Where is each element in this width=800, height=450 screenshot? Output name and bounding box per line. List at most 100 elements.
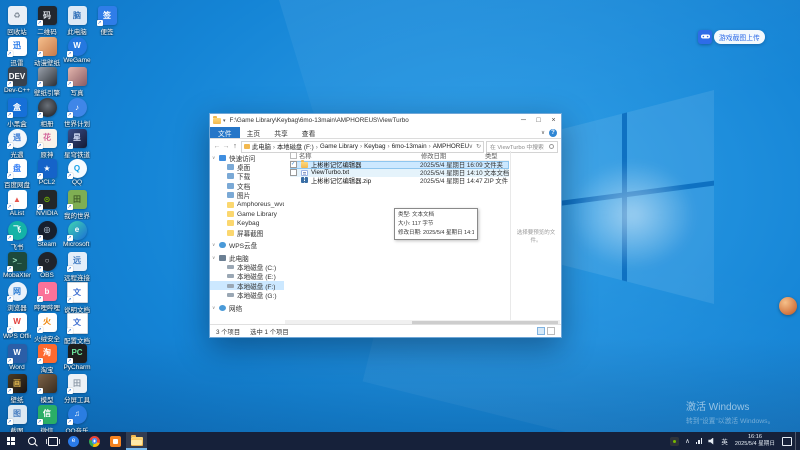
quick-access-toolbar-more[interactable]: ▾ xyxy=(223,118,226,124)
nav-pane-item[interactable]: Amphoreus_wvd-main xyxy=(210,200,284,209)
taskbar-app-button[interactable] xyxy=(105,432,126,450)
nav-pane-item[interactable]: 网络 xyxy=(210,303,284,312)
nav-pane-item[interactable]: Keybag xyxy=(210,219,284,228)
tab-share[interactable]: 共享 xyxy=(267,127,295,138)
nav-pane-item[interactable]: 桌面 xyxy=(210,162,284,171)
desktop-icon[interactable]: 签 便签 xyxy=(93,6,121,37)
desktop-icon[interactable]: PC PyCharm xyxy=(63,344,91,375)
desktop-icon[interactable]: 模型 xyxy=(33,374,61,405)
desktop-icon[interactable]: ★ PCL2 xyxy=(33,159,61,190)
column-header-name[interactable]: 名称 xyxy=(299,151,421,160)
desktop-icon[interactable]: 火 火绒安全 xyxy=(33,313,61,344)
forward-button[interactable]: → xyxy=(222,143,230,150)
details-view-button[interactable] xyxy=(537,327,545,335)
nav-pane-item[interactable]: 本地磁盘 (G:) xyxy=(210,290,284,299)
nav-pane-item[interactable]: 本地磁盘 (F:) xyxy=(210,281,284,290)
file-row[interactable]: 上彬彬记忆编辑器.zip 2025/5/4 星期日 14:47 ZIP 文件 xyxy=(290,177,509,185)
desktop-icon[interactable]: >_ MobaXterm xyxy=(3,252,31,283)
nav-pane-item[interactable]: 文档 xyxy=(210,181,284,190)
select-all-checkbox[interactable] xyxy=(290,152,299,159)
desktop-icon[interactable]: ◎ Steam xyxy=(33,221,61,252)
minimize-button[interactable]: ─ xyxy=(516,114,531,127)
network-icon[interactable] xyxy=(693,432,706,450)
breadcrumb-item[interactable]: 6mo-13main xyxy=(392,143,433,150)
taskbar-app-button[interactable]: e xyxy=(63,432,84,450)
desktop-icon[interactable]: 远 远程连接 xyxy=(63,252,91,283)
nav-pane-item[interactable]: 本地磁盘 (E:) xyxy=(210,272,284,281)
desktop-icon[interactable]: 码 二维码 xyxy=(33,6,61,37)
breadcrumb-item[interactable]: Game Library xyxy=(320,143,364,150)
tray-overflow-chevron[interactable]: ∧ xyxy=(682,432,693,450)
tab-file[interactable]: 文件 xyxy=(210,127,240,138)
nav-pane-item[interactable]: 下载 xyxy=(210,172,284,181)
desktop-icon[interactable]: 花 原神 xyxy=(33,129,61,160)
nav-pane-item[interactable]: 屏幕截图 xyxy=(210,228,284,237)
nav-pane-item[interactable]: 图片 xyxy=(210,191,284,200)
desktop-icon[interactable]: 相册 xyxy=(33,98,61,129)
desktop-icon[interactable]: 田 我的世界 xyxy=(63,190,91,221)
desktop-icon[interactable]: 盒 小黑盒 xyxy=(3,98,31,129)
desktop-icon[interactable]: 网 浏览器 xyxy=(3,282,31,313)
floating-avatar[interactable] xyxy=(779,297,797,315)
desktop-icon[interactable]: 盘 百度网盘 xyxy=(3,159,31,190)
breadcrumb-item[interactable]: AMPHOREUS xyxy=(433,143,469,150)
desktop-icon[interactable]: Q QQ xyxy=(63,159,91,190)
desktop-icon[interactable]: 星 星穹铁道 xyxy=(63,129,91,160)
desktop-icon[interactable]: 遇 光遇 xyxy=(3,129,31,160)
desktop-icon[interactable]: ⊙ NVIDIA xyxy=(33,190,61,221)
thumbnail-view-button[interactable] xyxy=(547,327,555,335)
desktop-icon[interactable]: e Microsoft Edge xyxy=(63,221,91,252)
tab-home[interactable]: 主页 xyxy=(240,127,268,138)
column-header-date[interactable]: 修改日期 xyxy=(421,151,485,160)
up-button[interactable]: ↑ xyxy=(231,143,239,150)
desktop-icon[interactable]: W WPS Office xyxy=(3,313,31,344)
column-header-type[interactable]: 类型 xyxy=(485,151,509,160)
desktop-icon[interactable]: 画 壁纸 xyxy=(3,374,31,405)
taskbar-app-button[interactable] xyxy=(84,432,105,450)
desktop-icon[interactable]: 脑 此电脑 xyxy=(63,6,91,37)
title-bar[interactable]: ▾ F:\Game Library\Keybag\6mo-13main\AMPH… xyxy=(210,114,561,127)
nav-pane-item[interactable]: 快速访问 xyxy=(210,153,284,162)
game-overlay-button[interactable]: 游戏截图上传 xyxy=(698,29,765,44)
file-checkbox[interactable] xyxy=(290,161,297,168)
file-checkbox[interactable] xyxy=(290,169,297,176)
address-dropdown-icon[interactable]: ∨ xyxy=(469,143,473,150)
desktop-icon[interactable]: W Word xyxy=(3,344,31,375)
nav-pane-item[interactable]: 本地磁盘 (C:) xyxy=(210,262,284,271)
desktop-icon[interactable]: ▲ AList xyxy=(3,190,31,221)
desktop-icon[interactable]: 迅 迅雷 xyxy=(3,37,31,68)
desktop-icon[interactable]: ♻ 回收站 xyxy=(3,6,31,37)
action-center-button[interactable] xyxy=(779,432,795,450)
volume-icon[interactable] xyxy=(705,432,718,450)
desktop-icon[interactable]: W WeGame xyxy=(63,37,91,68)
desktop-icon[interactable]: 飞 飞书 xyxy=(3,221,31,252)
tray-app-icon[interactable] xyxy=(667,432,682,450)
task-view-button[interactable] xyxy=(42,432,63,450)
desktop-icon[interactable]: ♪ 世界计划 xyxy=(63,98,91,129)
desktop-icon[interactable]: 写真 xyxy=(63,67,91,98)
start-button[interactable] xyxy=(0,432,21,450)
desktop-icon[interactable]: 动漫壁纸 xyxy=(33,37,61,68)
breadcrumb-item[interactable]: 此电脑 xyxy=(252,142,277,151)
desktop-icon[interactable]: 淘 淘宝 xyxy=(33,344,61,375)
breadcrumb-item[interactable]: 本地磁盘 (F:) xyxy=(277,142,320,151)
desktop-icon[interactable]: ○ OBS xyxy=(33,252,61,283)
desktop-icon[interactable]: 壁纸引擎 xyxy=(33,67,61,98)
input-language-indicator[interactable]: 英 xyxy=(718,432,731,450)
tab-view[interactable]: 查看 xyxy=(295,127,323,138)
desktop-icon[interactable]: 文 配置文档 xyxy=(63,313,91,344)
desktop-icon[interactable]: b 哔哩哔哩 xyxy=(33,282,61,313)
nav-pane-item[interactable]: Game Library xyxy=(210,209,284,218)
refresh-icon[interactable]: ↻ xyxy=(476,143,481,150)
breadcrumb-item[interactable]: Keybag xyxy=(364,143,391,150)
close-button[interactable]: × xyxy=(546,114,561,127)
ribbon-expand-icon[interactable]: ∨ xyxy=(541,130,545,136)
back-button[interactable]: ← xyxy=(213,143,221,150)
show-desktop-button[interactable] xyxy=(795,432,800,450)
nav-pane-item[interactable]: 此电脑 xyxy=(210,253,284,262)
nav-pane-item[interactable]: WPS云盘 xyxy=(210,241,284,250)
taskbar-clock[interactable]: 16:16 2025/5/4 星期日 xyxy=(731,432,779,450)
desktop-icon[interactable]: 文 说明文档 xyxy=(63,282,91,313)
taskbar-search-button[interactable] xyxy=(21,432,42,450)
maximize-button[interactable]: □ xyxy=(531,114,546,127)
